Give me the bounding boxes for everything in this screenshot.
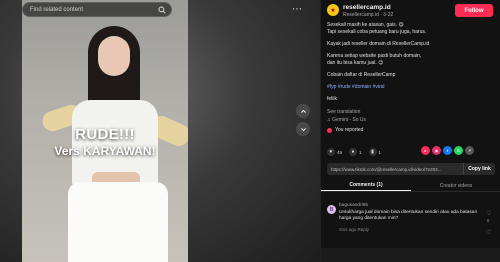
follow-button[interactable]: Follow (455, 4, 493, 17)
bookmark-count: 1 (378, 149, 382, 155)
like-count: 49 (337, 149, 343, 155)
see-translation-link[interactable]: See translation (327, 109, 492, 115)
share-a-icon[interactable]: ▸ (421, 146, 430, 155)
commenter-avatar[interactable]: B (327, 205, 336, 214)
description-line: Kayak jadi reseller domain di ResellerCa… (327, 41, 430, 47)
video-overlay-subtitle: Vers KARYAWAN! (54, 144, 156, 158)
search-input[interactable]: Find related content (22, 2, 172, 17)
reported-label: You reported (335, 127, 364, 133)
description-line: Sesekali masih ke atasan, gais. 😋 (327, 22, 404, 28)
video-stage: RUDE!!! Vers KARYAWAN! Find related cont… (0, 0, 320, 262)
comment-count: 1 (359, 149, 362, 155)
reported-icon (327, 127, 332, 133)
description-line: Tapi sesekali coba petuang baru juga, ha… (327, 29, 427, 35)
description-line: dan itu bisa kamu jual. 😉 (327, 60, 384, 66)
comment-like-icon[interactable]: ♡ (486, 210, 491, 217)
like-button[interactable]: ♥ 49 (327, 148, 342, 156)
previous-video-button[interactable] (296, 104, 310, 118)
comment-meta[interactable]: 2ms ago Reply (339, 227, 369, 232)
share-icons: ▸ ◉ f ✆ ↗ (419, 146, 474, 155)
search-placeholder: Find related content (30, 6, 84, 13)
comment-dislike-icon[interactable]: ♡ (486, 229, 491, 236)
next-video-button[interactable] (296, 122, 310, 136)
comment-text: Untukharga jual domain bisa ditentukan s… (339, 210, 478, 221)
copy-link-button[interactable]: Copy link (463, 163, 495, 175)
description-extra: feliik (327, 96, 338, 102)
bookmark-button[interactable]: ▮ 1 (368, 148, 382, 156)
hashtag-links[interactable]: #fyp #rude #domain #viral (327, 84, 492, 90)
comment-button[interactable]: ● 1 (349, 148, 362, 156)
commenter-name[interactable]: bagusandri65 (339, 203, 368, 208)
share-c-icon[interactable]: f (443, 146, 452, 155)
video-overlay-title: RUDE!!! (75, 126, 135, 143)
comment-like-count: 0 (487, 218, 490, 223)
video-link-url[interactable]: https://www.tiktok.com/@resellercamp.id/… (327, 167, 463, 172)
search-icon[interactable] (154, 2, 170, 17)
heart-icon: ♥ (327, 148, 335, 156)
author-subtitle: Resellercamp.id · 3-22 (343, 12, 394, 18)
video-figure-skirt (68, 182, 168, 262)
bookmark-icon: ▮ (368, 148, 377, 156)
comment-input-bar (321, 248, 500, 262)
sound-link[interactable]: ♫ Gemini - So Us (327, 117, 492, 123)
author-avatar[interactable]: ★ (327, 4, 339, 16)
comments-tabs: Comments (1) Creator videos (321, 180, 500, 192)
chevron-down-icon (300, 127, 306, 131)
tab-creator-videos[interactable]: Creator videos (411, 180, 500, 191)
chevron-up-icon (300, 109, 306, 113)
share-e-icon[interactable]: ↗ (465, 146, 474, 155)
video-figure-face (98, 36, 130, 76)
video-details-panel: ★ resellercamp.id Resellercamp.id · 3-22… (320, 0, 500, 262)
description-line: Cobain daftar di ResellerCamp (327, 72, 396, 78)
share-b-icon[interactable]: ◉ (432, 146, 441, 155)
reported-status: You reported (327, 127, 363, 133)
share-d-icon[interactable]: ✆ (454, 146, 463, 155)
tab-comments[interactable]: Comments (1) (321, 180, 411, 191)
comment-icon: ● (349, 148, 358, 156)
description-line: Karena setiap website pasti butuh domain… (327, 53, 422, 59)
video-link-box: https://www.tiktok.com/@resellercamp.id/… (327, 163, 495, 175)
more-options-icon[interactable]: ⋯ (290, 3, 304, 15)
author-name[interactable]: resellercamp.id (343, 4, 391, 11)
